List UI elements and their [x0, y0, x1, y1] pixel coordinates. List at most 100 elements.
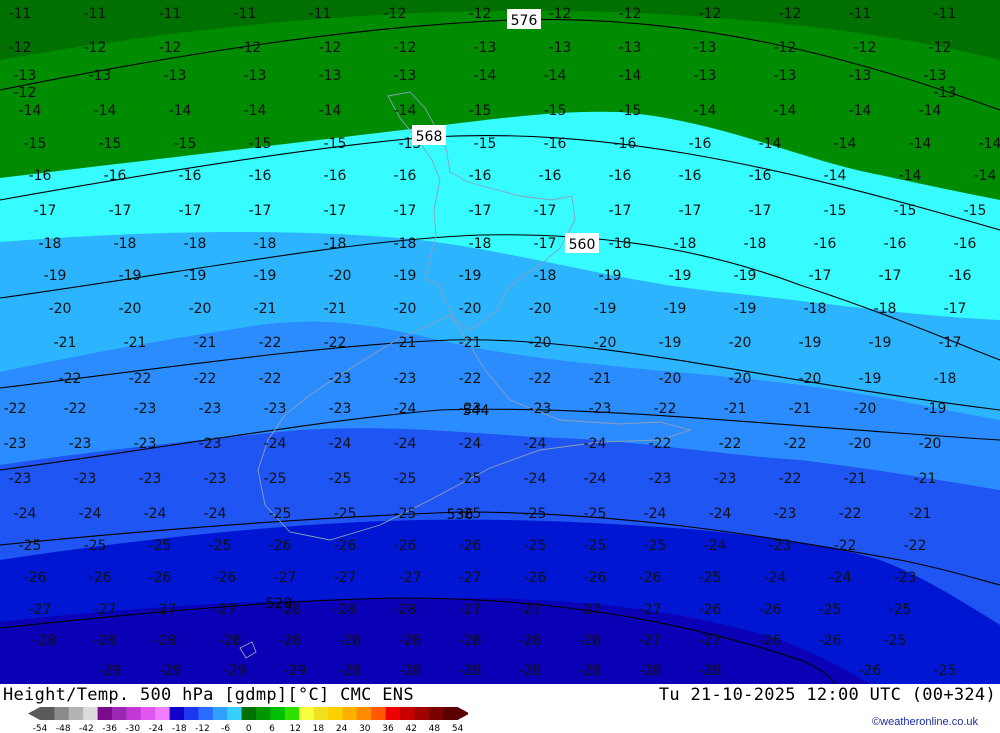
- temperature-label: -12: [774, 40, 797, 56]
- temperature-label: -20: [329, 268, 352, 284]
- temperature-label: -18: [934, 371, 957, 387]
- temperature-label: -16: [749, 168, 772, 184]
- temperature-label: -12: [854, 40, 877, 56]
- temperature-label: -18: [254, 236, 277, 252]
- temperature-label: -21: [459, 335, 482, 351]
- temperature-label: -12: [394, 40, 417, 56]
- temperature-label: -23: [9, 471, 32, 487]
- temperature-label: -20: [119, 301, 142, 317]
- temperature-label: -27: [94, 602, 117, 618]
- legend-cell: [299, 707, 314, 720]
- temperature-label: -15: [964, 203, 987, 219]
- temperature-label: -23: [204, 471, 227, 487]
- temperature-label: -23: [329, 371, 352, 387]
- temperature-label: -16: [679, 168, 702, 184]
- legend-cell: [198, 707, 214, 720]
- legend-cell: [385, 707, 401, 720]
- temperature-label: -23: [199, 436, 222, 452]
- temperature-label: -16: [814, 236, 837, 252]
- height-label-528: 528: [266, 596, 293, 612]
- temperature-label: -17: [324, 203, 347, 219]
- temperature-label: -24: [704, 538, 727, 554]
- temperature-label: -14: [169, 103, 192, 119]
- temperature-label: -27: [579, 602, 602, 618]
- temperature-label: -13: [474, 40, 497, 56]
- temperature-label: -26: [524, 570, 547, 586]
- legend-cell: [270, 707, 286, 720]
- temperature-label: -29: [224, 663, 247, 679]
- temperature-label: -25: [329, 471, 352, 487]
- temperature-label: -27: [459, 602, 482, 618]
- temperature-label: -14: [774, 103, 797, 119]
- temperature-label: -17: [609, 203, 632, 219]
- height-label-576: 576: [507, 9, 541, 29]
- legend-min-arrow: [28, 707, 40, 720]
- temperature-label: -22: [654, 401, 677, 417]
- temperature-label: -20: [529, 335, 552, 351]
- temperature-label: -28: [579, 663, 602, 679]
- height-label-text: 536: [447, 507, 474, 523]
- temperature-label: -13: [694, 40, 717, 56]
- legend-cell: [112, 707, 127, 720]
- temperature-label: -14: [834, 136, 857, 152]
- temperature-label: -26: [214, 570, 237, 586]
- map-footer: Height/Temp. 500 hPa [gdmp][°C] CMC ENS …: [0, 684, 1000, 733]
- temperature-label: -23: [69, 436, 92, 452]
- temperature-label: -15: [544, 103, 567, 119]
- temperature-label: -19: [664, 301, 687, 317]
- temperature-label: -24: [829, 570, 852, 586]
- credit-link[interactable]: ©weatheronline.co.uk: [872, 716, 978, 728]
- temperature-label: -14: [919, 103, 942, 119]
- temperature-label: -20: [189, 301, 212, 317]
- temperature-label: -15: [249, 136, 272, 152]
- legend-tick-label: 48: [429, 724, 441, 733]
- temperature-label: -24: [709, 506, 732, 522]
- height-label-568: 568: [412, 125, 446, 145]
- temperature-label: -13: [549, 40, 572, 56]
- temperature-label: -24: [524, 471, 547, 487]
- temperature-label: -21: [394, 335, 417, 351]
- temperature-label: -20: [49, 301, 72, 317]
- temperature-label: -26: [334, 538, 357, 554]
- legend-tick-label: -24: [149, 724, 164, 733]
- color-legend: -54 -48 -42 -36 -30 -24 -18 -12 -6 0 6 12 18 24 30 36 42…: [28, 707, 468, 733]
- temperature-label: -21: [909, 506, 932, 522]
- temperature-label: -13: [619, 40, 642, 56]
- temperature-label: -23: [199, 401, 222, 417]
- temperature-label: -18: [114, 236, 137, 252]
- legend-cell: [169, 707, 185, 720]
- temperature-label: -16: [469, 168, 492, 184]
- legend-tick-label: 54: [452, 724, 464, 733]
- legend-cell: [400, 707, 415, 720]
- temperature-label: -25: [209, 538, 232, 554]
- temperature-label: -23: [264, 401, 287, 417]
- temperature-label: -28: [394, 602, 417, 618]
- temperature-label: -19: [599, 268, 622, 284]
- temperature-label: -16: [394, 168, 417, 184]
- temperature-label: -25: [459, 471, 482, 487]
- temperature-label: -23: [394, 371, 417, 387]
- map-title: Height/Temp. 500 hPa [gdmp][°C] CMC ENS: [3, 685, 414, 705]
- temperature-label: -22: [4, 401, 27, 417]
- temperature-label: -22: [719, 436, 742, 452]
- temperature-label: -27: [399, 570, 422, 586]
- temperature-label: -19: [869, 335, 892, 351]
- temperature-label: -19: [254, 268, 277, 284]
- legend-cell: [342, 707, 358, 720]
- legend-cell: [443, 707, 458, 720]
- legend-cell: [313, 707, 329, 720]
- temperature-label: -22: [834, 538, 857, 554]
- temperature-label: -19: [659, 335, 682, 351]
- temperature-label: -15: [24, 136, 47, 152]
- temperature-label: -13: [164, 68, 187, 84]
- temperature-label: -26: [699, 602, 722, 618]
- height-label-544: 544: [463, 403, 490, 419]
- temperature-label: -12: [384, 6, 407, 22]
- legend-cell: [140, 707, 156, 720]
- temperature-label: -26: [394, 538, 417, 554]
- temperature-label: -12: [84, 40, 107, 56]
- legend-tick-label: -30: [125, 724, 140, 733]
- temperature-label: -15: [894, 203, 917, 219]
- legend-cell: [284, 707, 300, 720]
- temperature-label: -28: [154, 633, 177, 649]
